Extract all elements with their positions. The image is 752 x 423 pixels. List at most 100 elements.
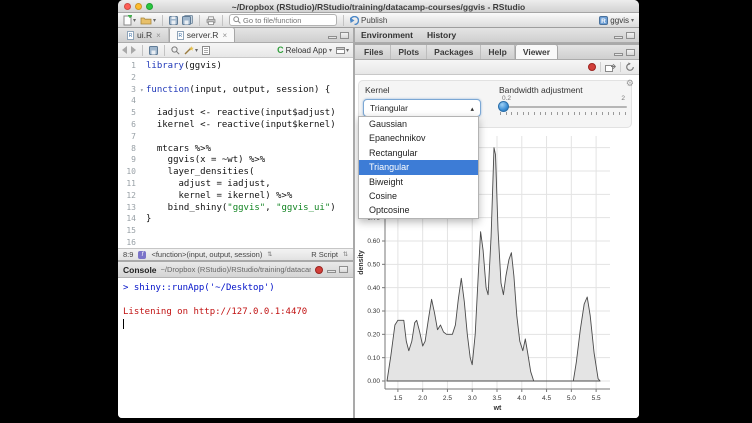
reload-app-label: Reload App bbox=[286, 46, 327, 55]
kernel-select[interactable]: Triangular bbox=[363, 99, 481, 117]
save-all-button[interactable] bbox=[182, 15, 193, 25]
new-file-button[interactable]: ▾ bbox=[123, 15, 136, 26]
forward-icon[interactable] bbox=[131, 46, 136, 54]
code-line[interactable]: 10 layer_densities( bbox=[118, 166, 353, 178]
code-line[interactable]: 2 bbox=[118, 72, 353, 84]
code-line[interactable]: 16 bbox=[118, 237, 353, 248]
screen: ~/Dropbox (RStudio)/RStudio/training/dat… bbox=[0, 0, 752, 423]
kernel-label: Kernel bbox=[365, 85, 390, 95]
project-label: ggvis bbox=[610, 16, 629, 25]
scope-selector[interactable]: <function>(input, output, session) bbox=[151, 250, 262, 259]
close-icon[interactable] bbox=[222, 31, 227, 40]
x-tick-label: 2.0 bbox=[418, 395, 427, 402]
code-line[interactable]: 11 adjust = iadjust, bbox=[118, 178, 353, 190]
tab-help[interactable]: Help bbox=[481, 45, 514, 59]
right-column: Environment History FilesPlotsPackagesHel… bbox=[355, 28, 639, 418]
y-tick-label: 0.10 bbox=[367, 355, 380, 362]
compile-notebook-icon[interactable] bbox=[202, 46, 210, 55]
stop-icon[interactable] bbox=[315, 266, 323, 274]
minimize-pane-button[interactable] bbox=[328, 36, 337, 39]
reload-app-button[interactable]: C Reload App ▾ bbox=[277, 45, 332, 55]
console-title[interactable]: Console bbox=[123, 265, 157, 275]
dropdown-option-biweight[interactable]: Biweight bbox=[359, 175, 478, 189]
console-pane: Console ~/Dropbox (RStudio)/RStudio/trai… bbox=[118, 262, 353, 418]
back-icon[interactable] bbox=[122, 46, 127, 54]
dropdown-option-gaussian[interactable]: Gaussian bbox=[359, 117, 478, 131]
slider-handle[interactable] bbox=[498, 101, 509, 112]
bandwidth-label: Bandwidth adjustment bbox=[499, 85, 583, 95]
code-line[interactable]: 1library(ggvis) bbox=[118, 60, 353, 72]
save-button[interactable] bbox=[169, 16, 178, 25]
code-line[interactable]: 8 mtcars %>% bbox=[118, 143, 353, 155]
r-file-icon bbox=[127, 31, 134, 40]
code-line[interactable]: 7 bbox=[118, 131, 353, 143]
maximize-pane-button[interactable] bbox=[339, 266, 348, 273]
code-line[interactable]: 6 ikernel <- reactive(input$kernel) bbox=[118, 119, 353, 131]
tab-history[interactable]: History bbox=[427, 30, 456, 40]
tab-environment[interactable]: Environment bbox=[361, 30, 413, 40]
tab-files[interactable]: Files bbox=[357, 45, 391, 59]
popout-button[interactable]: ▾ bbox=[336, 46, 349, 54]
gear-icon[interactable]: ⚙ bbox=[626, 78, 634, 89]
line-number: 3 bbox=[118, 84, 136, 96]
line-number: 2 bbox=[118, 72, 136, 84]
search-icon bbox=[233, 16, 241, 24]
line-number: 7 bbox=[118, 131, 136, 143]
code-editor[interactable]: 1library(ggvis)23function(input, output,… bbox=[118, 59, 353, 248]
minimize-pane-button[interactable] bbox=[614, 53, 623, 56]
maximize-pane-button[interactable] bbox=[626, 49, 635, 56]
bandwidth-slider[interactable]: 0.2 2 bbox=[499, 95, 627, 125]
code-line[interactable]: 3function(input, output, session) { bbox=[118, 84, 353, 96]
dropdown-option-optcosine[interactable]: Optcosine bbox=[359, 203, 478, 217]
print-button[interactable] bbox=[206, 16, 216, 25]
goto-file-input[interactable] bbox=[243, 16, 329, 25]
tab-ui-r[interactable]: ui.R bbox=[120, 28, 169, 42]
console-output[interactable]: > shiny::runApp('~/Desktop') Listening o… bbox=[118, 278, 353, 333]
code-tools-button[interactable]: ▾ bbox=[184, 46, 198, 55]
line-number: 5 bbox=[118, 107, 136, 119]
maximize-pane-button[interactable] bbox=[626, 32, 635, 39]
code-line[interactable]: 14} bbox=[118, 213, 353, 225]
code-line[interactable]: 5 iadjust <- reactive(input$adjust) bbox=[118, 107, 353, 119]
stop-app-icon[interactable] bbox=[588, 63, 596, 71]
dropdown-option-triangular[interactable]: Triangular bbox=[359, 160, 478, 174]
tab-plots[interactable]: Plots bbox=[391, 45, 427, 59]
line-number: 10 bbox=[118, 166, 136, 178]
tab-server-r[interactable]: server.R bbox=[169, 27, 235, 42]
code-line[interactable]: 9 ggvis(x = ~wt) %>% bbox=[118, 154, 353, 166]
x-tick-label: 3.0 bbox=[468, 395, 477, 402]
dropdown-option-rectangular[interactable]: Rectangular bbox=[359, 146, 478, 160]
y-tick-label: 0.60 bbox=[367, 238, 380, 245]
minimize-pane-button[interactable] bbox=[614, 36, 623, 39]
file-type-selector[interactable]: R Script bbox=[311, 250, 338, 259]
code-line[interactable]: 4 bbox=[118, 95, 353, 107]
dropdown-option-epanechnikov[interactable]: Epanechnikov bbox=[359, 131, 478, 145]
open-file-button[interactable]: ▾ bbox=[140, 16, 156, 25]
slider-track[interactable] bbox=[499, 106, 627, 108]
x-tick-label: 2.5 bbox=[443, 395, 452, 402]
code-line[interactable]: 13 bind_shiny("ggvis", "ggvis_ui") bbox=[118, 202, 353, 214]
tab-viewer[interactable]: Viewer bbox=[515, 44, 558, 59]
viewer-content: 1.52.02.53.03.54.04.55.05.50.000.100.200… bbox=[355, 76, 639, 418]
console-working-directory: ~/Dropbox (RStudio)/RStudio/training/dat… bbox=[161, 265, 311, 274]
line-number: 15 bbox=[118, 225, 136, 237]
code-line[interactable]: 15 bbox=[118, 225, 353, 237]
export-icon[interactable] bbox=[605, 63, 616, 72]
refresh-icon[interactable] bbox=[625, 62, 635, 72]
save-icon[interactable] bbox=[149, 46, 158, 55]
y-tick-label: 0.20 bbox=[367, 332, 380, 339]
dropdown-option-cosine[interactable]: Cosine bbox=[359, 189, 478, 203]
tab-packages[interactable]: Packages bbox=[427, 45, 481, 59]
publish-button[interactable]: Publish bbox=[350, 16, 387, 25]
popout-window-icon bbox=[336, 46, 345, 54]
maximize-pane-button[interactable] bbox=[340, 32, 349, 39]
slider-max-label: 2 bbox=[621, 95, 625, 102]
minimize-pane-button[interactable] bbox=[327, 270, 336, 273]
close-icon[interactable] bbox=[156, 31, 161, 40]
goto-file-search[interactable] bbox=[229, 14, 337, 26]
console-line: > shiny::runApp('~/Desktop') bbox=[123, 282, 348, 294]
code-line[interactable]: 12 kernel = ikernel) %>% bbox=[118, 190, 353, 202]
find-icon[interactable] bbox=[171, 46, 180, 55]
y-tick-label: 0.00 bbox=[367, 378, 380, 385]
project-menu-button[interactable]: R ggvis ▾ bbox=[599, 16, 634, 25]
